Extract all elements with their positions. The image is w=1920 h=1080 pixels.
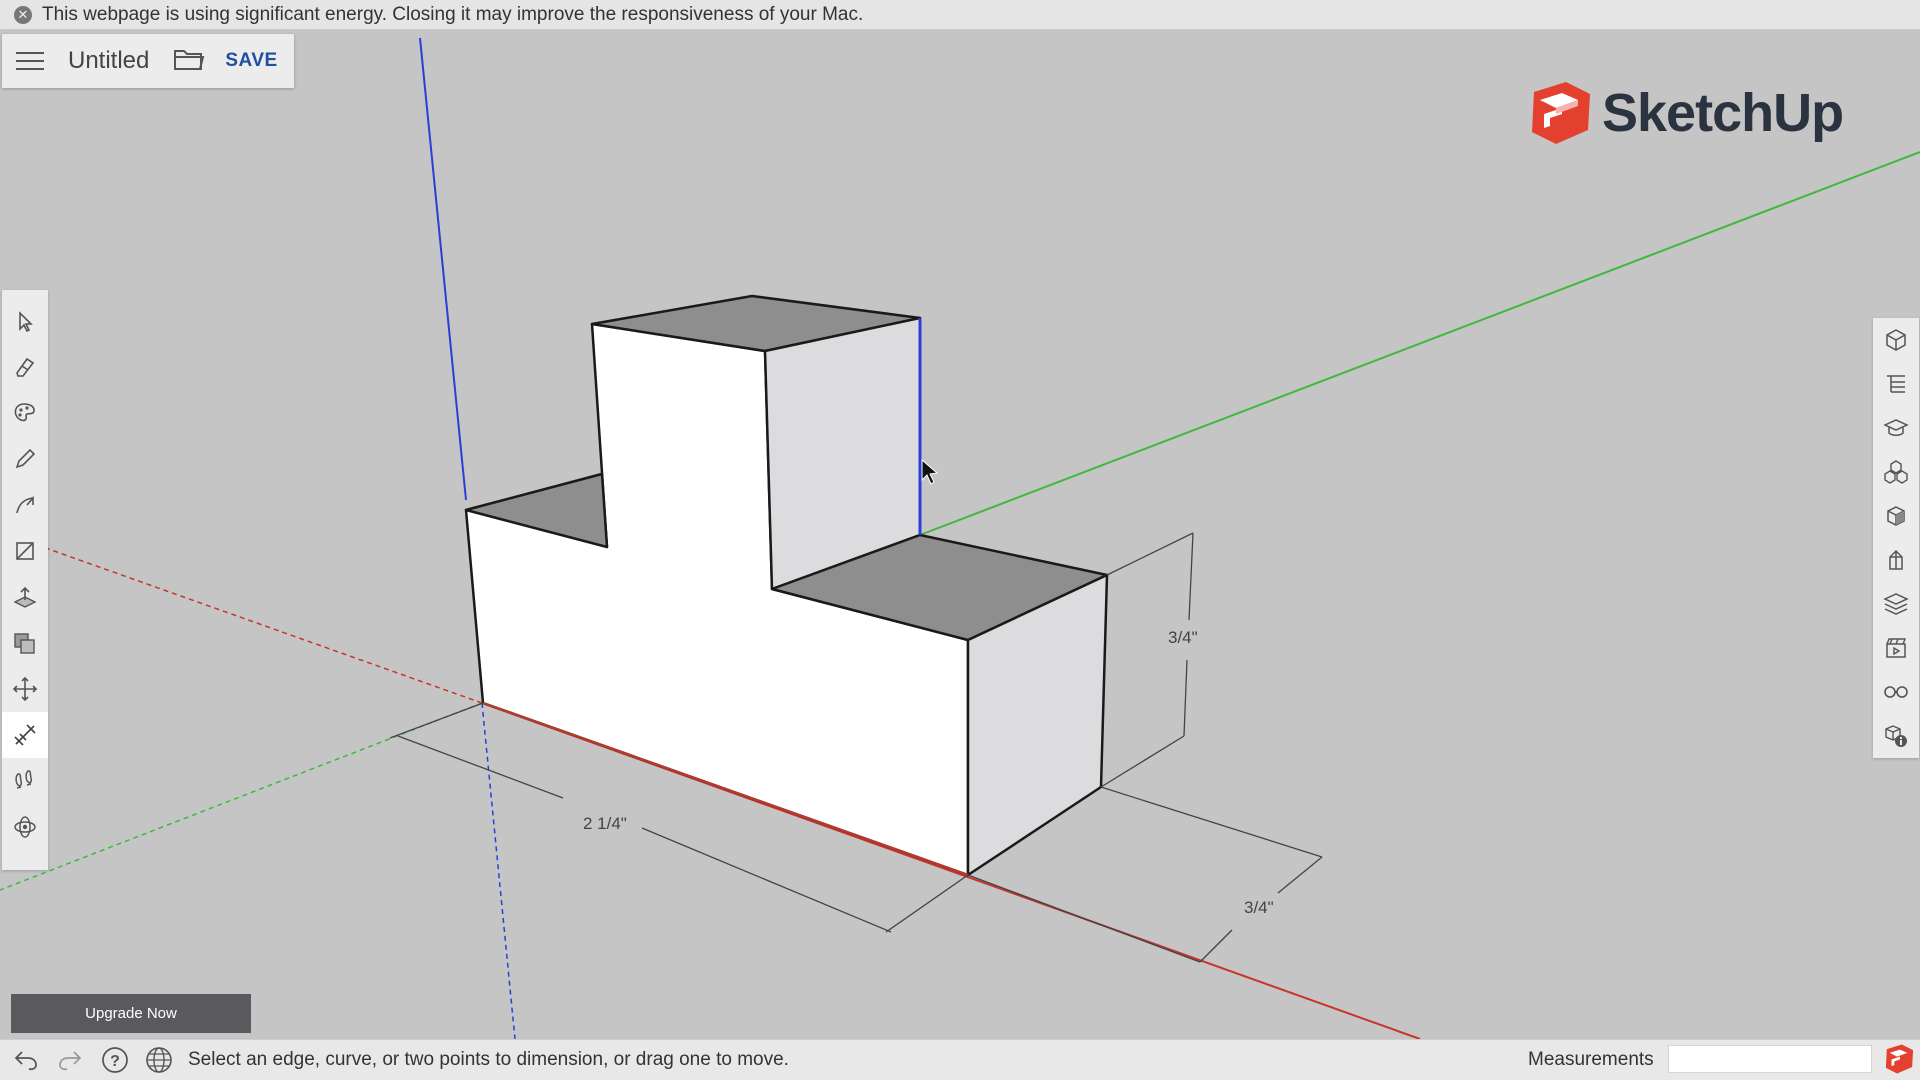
model-info-icon <box>1885 725 1907 747</box>
line-tool[interactable] <box>2 436 48 482</box>
offset-tool[interactable] <box>2 620 48 666</box>
paint-bucket-tool[interactable] <box>2 390 48 436</box>
push-pull-tool[interactable] <box>2 574 48 620</box>
status-hint-text: Select an edge, curve, or two points to … <box>188 1049 789 1070</box>
arc-tool[interactable] <box>2 482 48 528</box>
save-button[interactable]: SAVE <box>225 50 277 72</box>
help-button[interactable]: ? <box>100 1045 130 1075</box>
undo-icon <box>14 1051 37 1071</box>
left-toolbar <box>2 290 48 870</box>
measurements-label: Measurements <box>1528 1049 1654 1070</box>
arc-icon <box>16 495 34 514</box>
banner-message: This webpage is using significant energy… <box>42 3 864 25</box>
arrow-icon <box>19 311 33 332</box>
redo-icon <box>59 1051 82 1071</box>
measurements-input[interactable] <box>1668 1045 1872 1073</box>
dimension-tool[interactable] <box>2 712 48 758</box>
walk-tool[interactable] <box>2 758 48 804</box>
undo-button[interactable] <box>12 1046 40 1074</box>
outliner-icon <box>1887 375 1905 393</box>
select-tool[interactable] <box>2 298 48 344</box>
sketchup-corner-logo-icon <box>1884 1043 1914 1080</box>
materials-icon <box>1887 506 1905 526</box>
push-pull-icon <box>13 586 37 608</box>
eraser-icon <box>16 357 35 377</box>
components-panel-button[interactable] <box>1873 450 1919 494</box>
sketchup-wordmark: SketchUp <box>1602 83 1844 143</box>
styles-icon <box>1889 549 1903 570</box>
help-icon: ? <box>102 1047 128 1073</box>
language-button[interactable] <box>144 1045 174 1075</box>
dimension-height[interactable] <box>1100 532 1194 788</box>
display-icon <box>1884 686 1908 698</box>
entity-info-icon <box>1886 329 1906 351</box>
dimension-height-label: 3/4" <box>1168 628 1198 647</box>
styles-panel-button[interactable] <box>1873 538 1919 582</box>
svg-text:?: ? <box>110 1053 120 1070</box>
document-title[interactable]: Untitled <box>68 47 149 75</box>
components-icon <box>1884 460 1908 484</box>
instructor-panel-button[interactable] <box>1873 406 1919 450</box>
mouse-cursor-icon <box>921 458 939 485</box>
dimension-depth-label: 3/4" <box>1244 898 1274 917</box>
palette-icon <box>14 403 35 422</box>
blue-axis-dashed <box>481 702 516 1039</box>
orbit-icon <box>14 816 36 838</box>
move-icon <box>12 676 38 702</box>
upgrade-now-button[interactable]: Upgrade Now <box>11 994 251 1033</box>
layers-icon <box>1883 593 1909 615</box>
footprints-icon <box>15 770 32 789</box>
right-toolbar <box>1873 318 1919 758</box>
document-titlebar: Untitled SAVE <box>2 34 294 88</box>
scenes-icon <box>1886 638 1907 658</box>
eraser-tool[interactable] <box>2 344 48 390</box>
offset-icon <box>14 633 35 654</box>
rectangle-icon <box>16 542 34 560</box>
redo-button[interactable] <box>56 1046 84 1074</box>
globe-icon <box>146 1047 172 1073</box>
layers-panel-button[interactable] <box>1873 582 1919 626</box>
energy-warning-banner: ✕ This webpage is using significant ener… <box>0 0 1920 30</box>
orbit-tool[interactable] <box>2 804 48 850</box>
display-panel-button[interactable] <box>1873 670 1919 714</box>
move-tool[interactable] <box>2 666 48 712</box>
scenes-panel-button[interactable] <box>1873 626 1919 670</box>
close-circle-icon[interactable]: ✕ <box>14 5 32 24</box>
hamburger-menu-icon[interactable] <box>16 46 44 76</box>
rectangle-tool[interactable] <box>2 528 48 574</box>
model-info-panel-button[interactable] <box>1873 714 1919 758</box>
sketchup-logo-icon <box>1532 82 1590 144</box>
materials-panel-button[interactable] <box>1873 494 1919 538</box>
model-viewport[interactable]: 2 1/4" 3/4" 3/4" <box>0 30 1920 1039</box>
entity-info-panel-button[interactable] <box>1873 318 1919 362</box>
green-axis-solid <box>919 151 1920 536</box>
instructor-icon <box>1883 419 1909 436</box>
folder-icon[interactable] <box>173 47 205 76</box>
dimension-icon <box>14 724 36 746</box>
outliner-panel-button[interactable] <box>1873 362 1919 406</box>
blue-axis-solid <box>419 37 467 501</box>
pencil-icon <box>15 448 36 469</box>
red-axis-dashed <box>39 545 483 704</box>
dimension-length-label: 2 1/4" <box>583 814 627 833</box>
sketchup-logo: SketchUp <box>1528 80 1844 146</box>
